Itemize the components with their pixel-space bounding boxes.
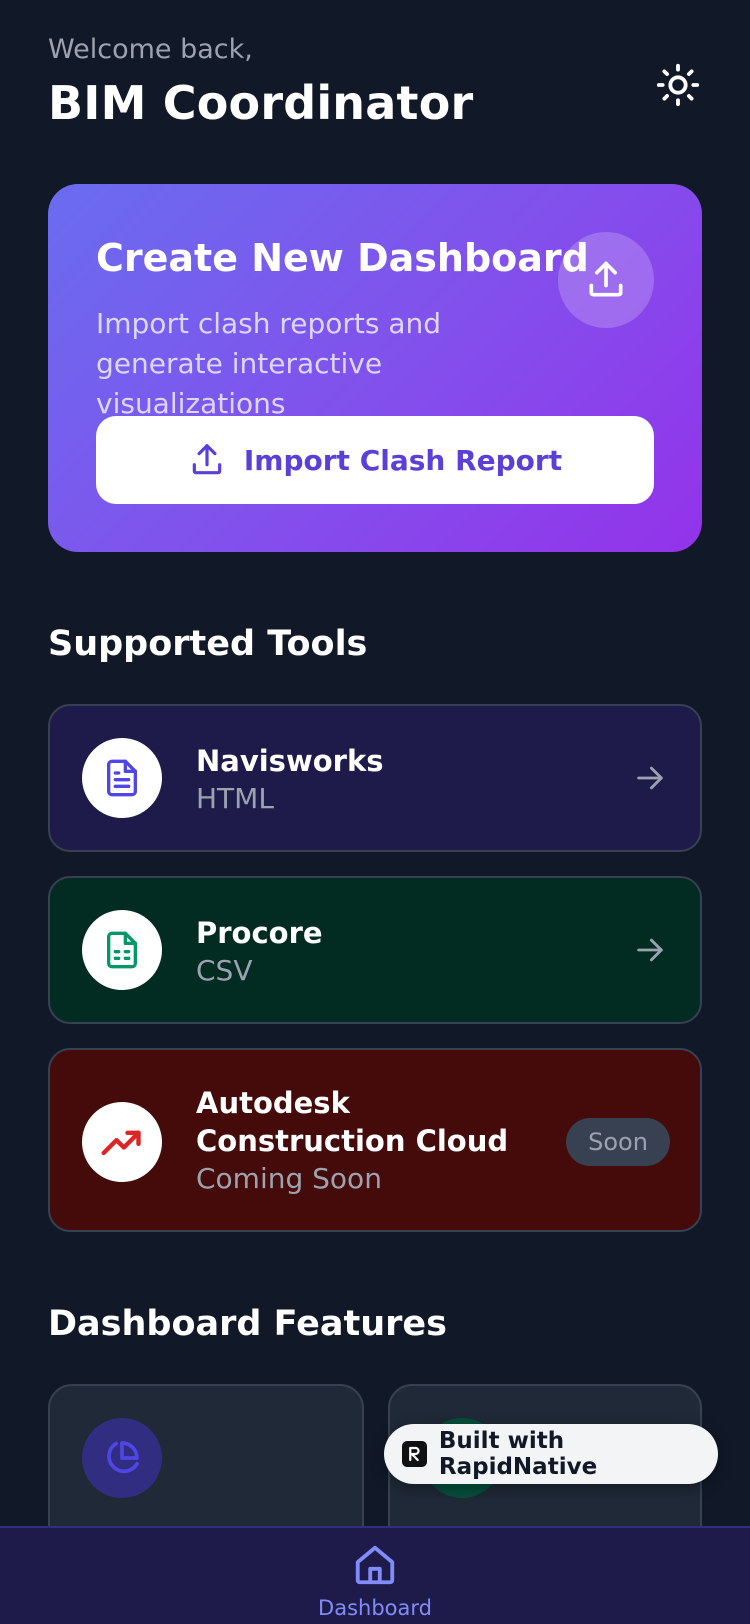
feature-icon-circle (82, 1418, 162, 1498)
tool-name: Procore (196, 916, 323, 950)
tool-format: CSV (196, 954, 253, 987)
tool-name: Navisworks (196, 744, 384, 778)
supported-tools-title: Supported Tools (48, 624, 368, 664)
bottom-navigation: Dashboard (0, 1526, 750, 1624)
user-role-title: BIM Coordinator (48, 76, 474, 130)
arrow-right-icon (630, 758, 670, 798)
rapidnative-logo-icon (402, 1441, 427, 1467)
tool-icon-circle (82, 738, 162, 818)
tool-format: HTML (196, 782, 274, 815)
theme-toggle-button[interactable] (654, 61, 702, 109)
tool-icon-circle (82, 910, 162, 990)
home-icon (355, 1545, 395, 1585)
nav-label-dashboard: Dashboard (318, 1596, 432, 1620)
import-clash-report-button[interactable]: Import Clash Report (96, 416, 654, 504)
dashboard-features-title: Dashboard Features (48, 1304, 447, 1344)
welcome-text: Welcome back, (48, 34, 253, 65)
document-icon (107, 759, 137, 797)
tool-card-procore[interactable]: Procore CSV (48, 876, 702, 1024)
screen: Welcome back, BIM Coordinator Create New… (0, 0, 750, 1624)
tool-name: Autodesk Construction Cloud (196, 1086, 509, 1158)
arrow-right-icon (630, 930, 670, 970)
tool-icon-circle (82, 1102, 162, 1182)
built-with-rapidnative-badge[interactable]: Built with RapidNative (384, 1424, 718, 1484)
pie-chart-icon (107, 1441, 139, 1474)
create-dashboard-card: Create New Dashboard Import clash report… (48, 184, 702, 552)
soon-badge: Soon (566, 1118, 670, 1166)
spreadsheet-icon (107, 931, 137, 969)
hero-upload-badge (558, 232, 654, 328)
nav-item-dashboard[interactable]: Dashboard (300, 1528, 450, 1624)
sun-icon (656, 63, 700, 107)
tool-card-navisworks[interactable]: Navisworks HTML (48, 704, 702, 852)
create-dashboard-subtitle: Import clash reports and generate intera… (96, 307, 442, 420)
import-clash-report-label: Import Clash Report (243, 443, 563, 477)
tool-card-autodesk[interactable]: Autodesk Construction Cloud Coming Soon … (48, 1048, 702, 1232)
rapidnative-label: Built with RapidNative (438, 1428, 598, 1480)
create-dashboard-title: Create New Dashboard (96, 236, 589, 280)
upload-icon (589, 261, 623, 297)
tool-format: Coming Soon (196, 1162, 382, 1195)
upload-icon (192, 444, 222, 475)
trending-up-icon (101, 1130, 141, 1156)
